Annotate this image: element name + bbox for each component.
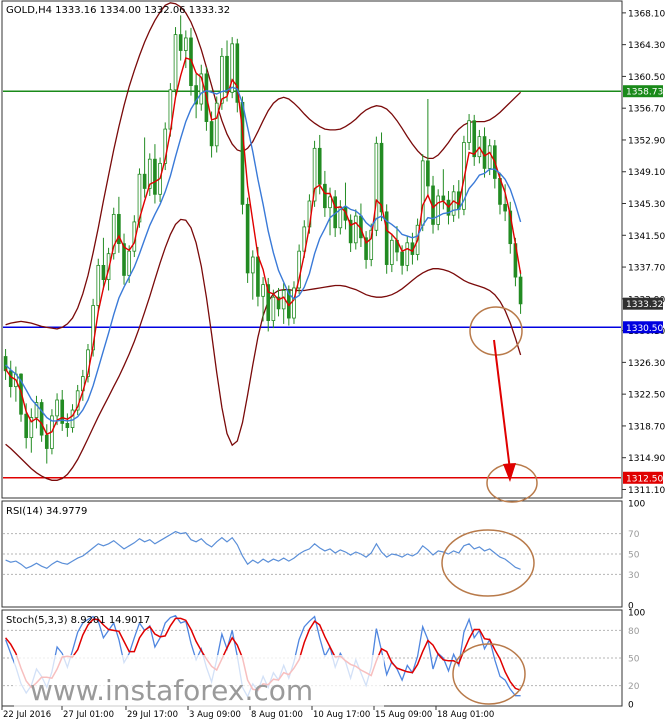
candle-body [426,160,430,187]
candle-body [220,55,224,104]
candle-body [178,34,183,51]
candle-body [503,203,507,212]
candle-body [400,251,404,266]
candle-body [487,145,492,169]
candle-body [271,296,276,321]
candle-body [323,183,327,209]
symbol-info: GOLD,H4 1333.16 1334.00 1332.06 1333.32 [6,5,230,16]
candle-body [379,142,384,213]
watermark: www.instaforex.com [14,655,384,710]
candle-body [65,423,70,428]
time-tick-label: 3 Aug 09:00 [189,710,241,720]
stoch-tick-label: 0 [628,701,634,711]
candle [245,197,250,283]
candle-body [405,242,410,266]
time-tick-label: 18 Aug 01:00 [437,710,494,720]
time-tick-label: 27 Jul 01:00 [63,710,114,720]
candle-body [390,239,394,265]
candle [96,258,101,312]
time-tick-label: 10 Aug 17:00 [313,710,370,720]
candle-body [184,37,188,51]
candle-body [353,215,358,244]
rsi-tick-label: 100 [628,500,645,510]
candle-body [250,256,255,274]
candle-body [44,434,49,449]
time-tick-label: 29 Jul 17:00 [127,710,178,720]
level-tag-label-resistance: 1358.73 [626,88,663,98]
time-tick-label: 8 Aug 01:00 [251,710,303,720]
candle-body [8,370,13,388]
candle [292,281,296,324]
price-tick-label: 1356.70 [628,105,665,115]
candle [297,244,301,294]
candle-body [467,120,471,143]
candle-body [328,196,332,209]
stoch-title: Stoch(5,3,3) 8.9201 14.9017 [6,615,150,626]
price-tick-label: 1360.50 [628,73,665,83]
stoch-tick-label: 50 [628,655,640,665]
candle-body [292,287,296,319]
rsi-tick-label: 30 [628,571,640,581]
price-tick-label: 1318.70 [628,422,665,432]
price-tick-label: 1364.30 [628,41,665,51]
candle [39,399,44,442]
candle-body [261,284,265,297]
price-tick-label: 1314.90 [628,454,665,464]
candle [240,96,245,215]
time-tick-label: 15 Aug 09:00 [375,710,432,720]
price-tick-label: 1345.30 [628,200,665,210]
candle [214,96,219,153]
candle-body [142,173,147,189]
candle-body [436,195,440,225]
rsi-title: RSI(14) 34.9779 [6,506,87,517]
candle [384,204,389,274]
candle-body [451,191,456,216]
chart-root: 1368.10 1364.30 1360.50 1356.70 1352.90 1349.… [0,0,665,723]
candle [235,38,240,113]
candle-body [256,256,260,297]
stoch-tick-label: 100 [628,609,645,619]
level-tag-label-target: 1312.50 [626,474,663,484]
candle-body [441,195,446,201]
candle-body [153,158,157,195]
candle [230,37,234,99]
candle-body [518,276,523,305]
candle-body [24,413,28,439]
candle-body [55,399,59,417]
candle-body [472,120,477,158]
level-tag-label-current: 1333.32 [626,300,663,310]
price-tick-label: 1349.10 [628,168,665,178]
price-tick-label: 1337.70 [628,264,665,274]
candle-body [245,203,250,274]
candle-body [214,102,219,147]
time-tick-label: 22 Jul 2016 [3,710,51,720]
candle [420,154,425,232]
level-tag-label-support: 1330.50 [626,324,663,334]
candle-body [317,147,322,185]
candle-body [3,356,8,372]
price-tick-label: 1341.50 [628,232,665,242]
candle-body [173,34,178,91]
candle-body [209,121,214,147]
price-tick-label: 1352.90 [628,136,665,146]
price-tick-label: 1368.10 [628,9,665,19]
chart-canvas: 1368.10 1364.30 1360.50 1356.70 1352.90 1349.… [0,0,665,723]
stoch-tick-label: 20 [628,682,640,692]
candle-body [39,402,44,436]
price-tick-label: 1326.30 [628,359,665,369]
candle-body [374,142,379,231]
stoch-tick-label: 80 [628,627,640,637]
candle-body [225,55,229,93]
candle-body [96,264,101,306]
candle-body [127,250,131,276]
watermark-text: www.instaforex.com [30,674,313,707]
price-tick-label: 1311.10 [628,486,665,496]
candle-body [101,264,106,281]
rsi-tick-label: 50 [628,551,640,561]
price-tick-label: 1322.50 [628,391,665,401]
candle [173,27,178,98]
candle-body [482,136,487,169]
rsi-tick-label: 70 [628,530,640,540]
